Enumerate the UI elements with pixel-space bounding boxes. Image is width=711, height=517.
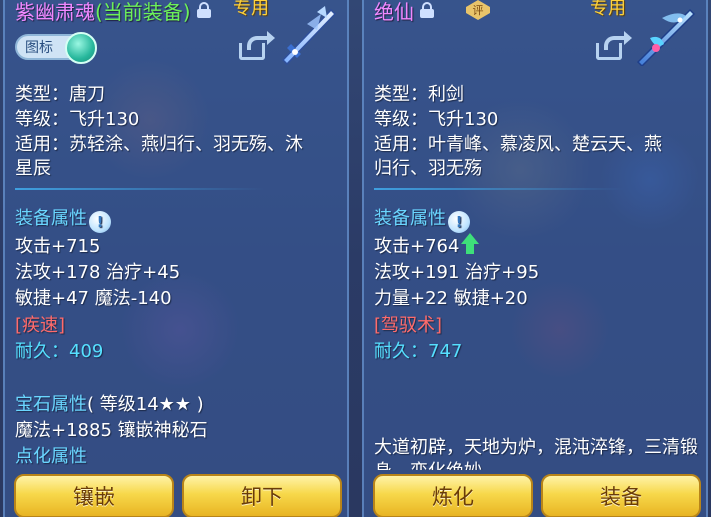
attr-attack: 攻击+764 [374,232,480,258]
gem-attr-title: 宝石属性( 等级14★★ ) [15,394,204,415]
skill-label: [驾驭术] [374,315,443,336]
unequip-button[interactable]: 卸下 [182,474,342,517]
arrow-up-icon [461,233,480,255]
attr-line3: 力量+22 敏捷+20 [374,288,528,309]
toggle-knob [65,32,97,64]
info-icon[interactable]: ! [448,211,470,233]
item-name: 紫幽肃魂(当前装备) [15,0,191,24]
exclusive-label: 专用 [590,0,626,19]
icon-toggle-label: 图标 [25,40,53,56]
item-applicable-line2: 归行、羽无殇 [374,158,482,179]
weapon-icon[interactable] [277,4,341,66]
share-icon[interactable] [596,31,632,60]
gem-level: ( 等级14★★ ) [87,394,204,415]
item-level: 等级：飞升130 [374,109,499,130]
item-applicable-line1: 适用：苏轻涂、燕归行、羽无殇、沐 [15,134,303,155]
weapon-icon[interactable] [634,4,698,66]
item-name-row: 紫幽肃魂(当前装备) [15,0,211,24]
item-type: 类型：利剑 [374,84,464,105]
durability: 耐久：747 [374,341,463,362]
attr-line2: 法攻+178 治疗+45 [15,262,181,283]
gem-attr: 魔法+1885 镶嵌神秘石 [15,420,208,441]
attr-attack: 攻击+715 [15,236,101,257]
compare-item-panel: 绝仙 评 专用 类型：利剑 等级：飞升130 适用：叶青峰、慕凌风、楚云天、燕 … [362,0,708,517]
divider [374,188,624,190]
lock-icon [196,2,211,18]
durability: 耐久：409 [15,341,104,362]
item-name: 绝仙 [374,0,414,24]
exclusive-label: 专用 [233,0,269,19]
refine-attr-title: 点化属性 [15,446,87,467]
lock-icon [420,2,434,18]
attr-line3: 敏捷+47 魔法-140 [15,288,172,309]
inlay-button[interactable]: 镶嵌 [14,474,174,517]
attr-line2: 法攻+191 治疗+95 [374,262,540,283]
share-icon[interactable] [239,31,275,60]
equip-button[interactable]: 装备 [541,474,701,517]
equip-attr-title: 装备属性! [374,204,470,233]
divider [15,188,265,190]
refine-button[interactable]: 炼化 [373,474,533,517]
item-name-row: 绝仙 评 [374,0,490,24]
current-equipped-tag: (当前装备) [95,0,191,24]
item-description: 大道初辟，天地为炉，混沌淬锋，三清锻身，变化绝妙 [374,437,698,470]
equip-attr-title: 装备属性! [15,204,111,233]
info-icon[interactable]: ! [89,211,111,233]
equipped-item-panel: 紫幽肃魂(当前装备) 专用 图标 类型：唐刀 等级：飞升130 适用：苏轻涂、燕… [3,0,349,517]
item-applicable-line2: 星辰 [15,158,51,179]
icon-toggle[interactable]: 图标 [15,32,97,64]
item-applicable-line1: 适用：叶青峰、慕凌风、楚云天、燕 [374,134,662,155]
item-level: 等级：飞升130 [15,109,140,130]
skill-label: [疾速] [15,315,66,336]
rating-badge[interactable]: 评 [466,0,490,20]
item-type: 类型：唐刀 [15,84,105,105]
